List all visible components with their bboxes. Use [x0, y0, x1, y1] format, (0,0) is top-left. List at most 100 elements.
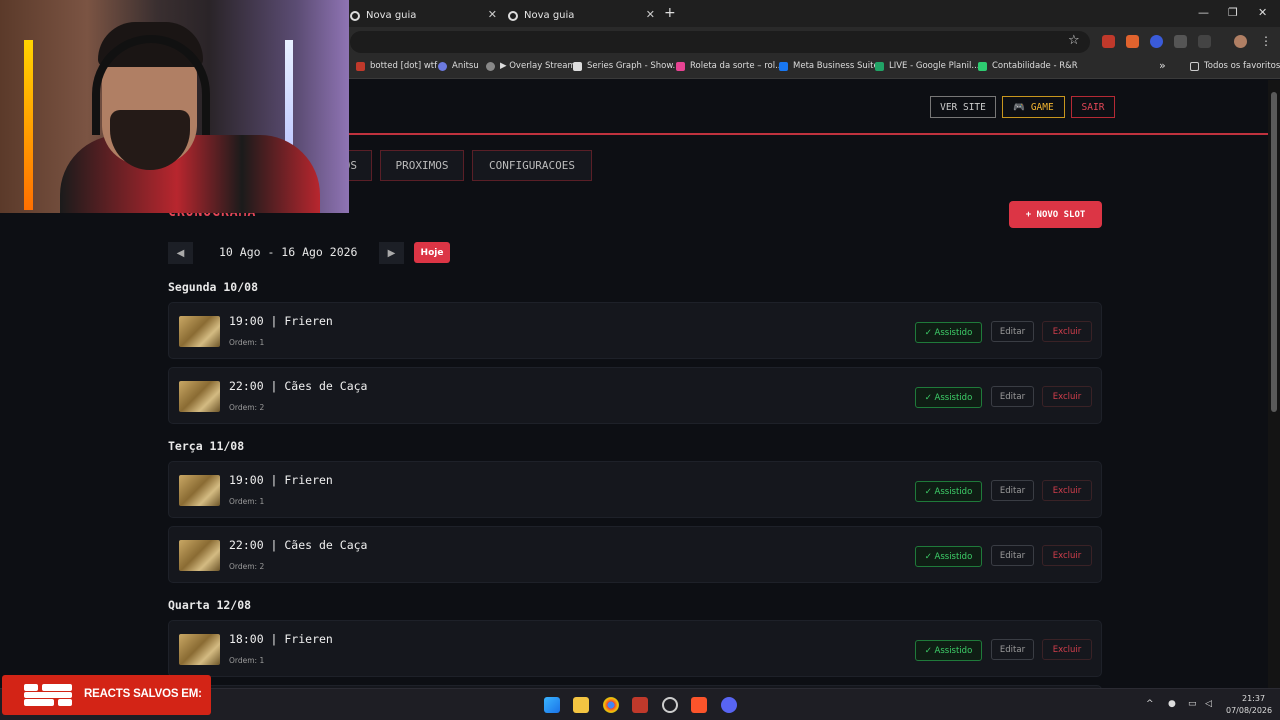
- all-favorites-folder[interactable]: Todos os favoritos: [1190, 61, 1280, 71]
- clock-time[interactable]: 21:37: [1242, 694, 1265, 703]
- led-light-left: [24, 40, 33, 210]
- reacts-logo-icon: [24, 684, 72, 706]
- extension-icon[interactable]: [1102, 35, 1115, 48]
- folder-icon: [1190, 61, 1199, 71]
- previous-week-button[interactable]: ◀: [168, 242, 193, 264]
- browser-tab[interactable]: Nova guia ✕: [508, 4, 663, 27]
- next-week-button[interactable]: ▶: [379, 242, 404, 264]
- address-bar[interactable]: [350, 31, 1090, 53]
- anime-thumbnail: [179, 540, 220, 571]
- clock-date[interactable]: 07/08/2026: [1226, 706, 1272, 715]
- bookmark-item[interactable]: Series Graph - Show...: [573, 61, 681, 71]
- day-heading: Quarta 12/08: [168, 598, 252, 612]
- close-tab-icon[interactable]: ✕: [646, 8, 655, 21]
- today-button[interactable]: Hoje: [414, 242, 450, 263]
- discord-icon[interactable]: [721, 697, 737, 713]
- new-tab-button[interactable]: +: [664, 5, 676, 21]
- edit-button[interactable]: Editar: [991, 639, 1034, 660]
- extension-icon[interactable]: [1174, 35, 1187, 48]
- minimize-button[interactable]: —: [1198, 6, 1209, 19]
- schedule-slot: 22:00 | Cães de Caça Ordem: 2 ✓ Assistid…: [168, 367, 1102, 424]
- page-scrollbar[interactable]: [1268, 80, 1280, 688]
- extension-icon[interactable]: [1126, 35, 1139, 48]
- delete-button[interactable]: Excluir: [1042, 386, 1092, 407]
- chrome-icon: [508, 10, 518, 21]
- brave-icon[interactable]: [691, 697, 707, 713]
- bookmark-favicon-icon: [486, 61, 495, 71]
- slot-order: Ordem: 2: [229, 403, 265, 412]
- bookmarks-overflow-button[interactable]: »: [1159, 59, 1166, 72]
- slot-title: 22:00 | Cães de Caça: [229, 379, 368, 393]
- schedule-slot: 18:00 | Frieren Ordem: 1 ✓ Assistido Edi…: [168, 620, 1102, 677]
- delete-button[interactable]: Excluir: [1042, 480, 1092, 501]
- watched-badge[interactable]: ✓ Assistido: [915, 322, 982, 343]
- watched-badge[interactable]: ✓ Assistido: [915, 387, 982, 408]
- bookmark-item[interactable]: Meta Business Suite: [779, 61, 879, 71]
- schedule-slot: 22:00 | Cães de Caça Ordem: 2 ✓ Assistid…: [168, 526, 1102, 583]
- app-icon[interactable]: [662, 697, 678, 713]
- profile-avatar[interactable]: [1234, 35, 1247, 48]
- watched-badge[interactable]: ✓ Assistido: [915, 640, 982, 661]
- edit-button[interactable]: Editar: [991, 480, 1034, 501]
- microphone-icon[interactable]: ●: [1168, 699, 1176, 709]
- anime-thumbnail: [179, 475, 220, 506]
- bookmark-star-icon[interactable]: ☆: [1068, 33, 1080, 48]
- anime-thumbnail: [179, 634, 220, 665]
- slot-order: Ordem: 1: [229, 338, 265, 347]
- extension-icon[interactable]: [1150, 35, 1163, 48]
- chrome-icon: [350, 10, 360, 21]
- delete-button[interactable]: Excluir: [1042, 545, 1092, 566]
- edit-button[interactable]: Editar: [991, 386, 1034, 407]
- edit-button[interactable]: Editar: [991, 321, 1034, 342]
- game-button[interactable]: 🎮 GAME: [1002, 96, 1065, 118]
- delete-button[interactable]: Excluir: [1042, 639, 1092, 660]
- watched-badge[interactable]: ✓ Assistido: [915, 481, 982, 502]
- edit-button[interactable]: Editar: [991, 545, 1034, 566]
- anime-thumbnail: [179, 381, 220, 412]
- watched-badge[interactable]: ✓ Assistido: [915, 546, 982, 567]
- schedule-slot: 19:00 | Frieren Ordem: 1 ✓ Assistido Edi…: [168, 461, 1102, 518]
- logout-button[interactable]: SAIR: [1071, 96, 1115, 118]
- browser-tab[interactable]: Nova guia ✕: [350, 4, 505, 27]
- app-icon[interactable]: [632, 697, 648, 713]
- file-explorer-icon[interactable]: [573, 697, 589, 713]
- bookmark-favicon-icon: [438, 61, 447, 71]
- bookmark-item[interactable]: ▶ Overlay Stream: [486, 61, 576, 71]
- tab-title: Nova guia: [366, 10, 417, 21]
- bookmark-item[interactable]: Contabilidade - R&R: [978, 61, 1078, 71]
- volume-icon[interactable]: ◁: [1205, 699, 1212, 709]
- tab-title: Nova guia: [524, 10, 575, 21]
- chrome-icon[interactable]: [603, 697, 619, 713]
- bookmark-item[interactable]: Roleta da sorte – rol...: [676, 61, 783, 71]
- bookmark-favicon-icon: [676, 61, 685, 71]
- bookmark-item[interactable]: botted [dot] wtf: [356, 61, 437, 71]
- tab-proximos[interactable]: PROXIMOS: [380, 150, 464, 181]
- reacts-banner: REACTS SALVOS EM:: [2, 675, 211, 715]
- close-window-button[interactable]: ✕: [1258, 6, 1267, 19]
- tray-overflow-icon[interactable]: ^: [1146, 699, 1154, 709]
- reacts-text: REACTS SALVOS EM:: [84, 688, 202, 700]
- bookmark-item[interactable]: LIVE - Google Planil...: [875, 61, 980, 71]
- view-site-button[interactable]: VER SITE: [930, 96, 996, 118]
- day-heading: Terça 11/08: [168, 439, 245, 453]
- slot-order: Ordem: 2: [229, 562, 265, 571]
- browser-menu-icon[interactable]: ⋮: [1260, 34, 1272, 48]
- tab-configuracoes[interactable]: CONFIGURACOES: [472, 150, 592, 181]
- maximize-button[interactable]: ❐: [1228, 6, 1238, 19]
- network-icon[interactable]: ▭: [1188, 699, 1197, 709]
- slot-title: 22:00 | Cães de Caça: [229, 538, 368, 552]
- anime-thumbnail: [179, 316, 220, 347]
- day-heading: Segunda 10/08: [168, 280, 259, 294]
- week-range-label: 10 Ago - 16 Ago 2026: [219, 245, 358, 259]
- slot-order: Ordem: 1: [229, 656, 265, 665]
- bookmark-favicon-icon: [779, 61, 788, 71]
- bookmark-favicon-icon: [978, 61, 987, 71]
- close-tab-icon[interactable]: ✕: [488, 8, 497, 21]
- extensions-puzzle-icon[interactable]: [1198, 35, 1211, 48]
- bookmark-favicon-icon: [875, 61, 884, 71]
- bookmark-item[interactable]: Anitsu: [438, 61, 479, 71]
- delete-button[interactable]: Excluir: [1042, 321, 1092, 342]
- windows-start-icon[interactable]: [544, 697, 560, 713]
- new-slot-button[interactable]: + NOVO SLOT: [1009, 201, 1102, 228]
- scrollbar-thumb[interactable]: [1271, 92, 1277, 412]
